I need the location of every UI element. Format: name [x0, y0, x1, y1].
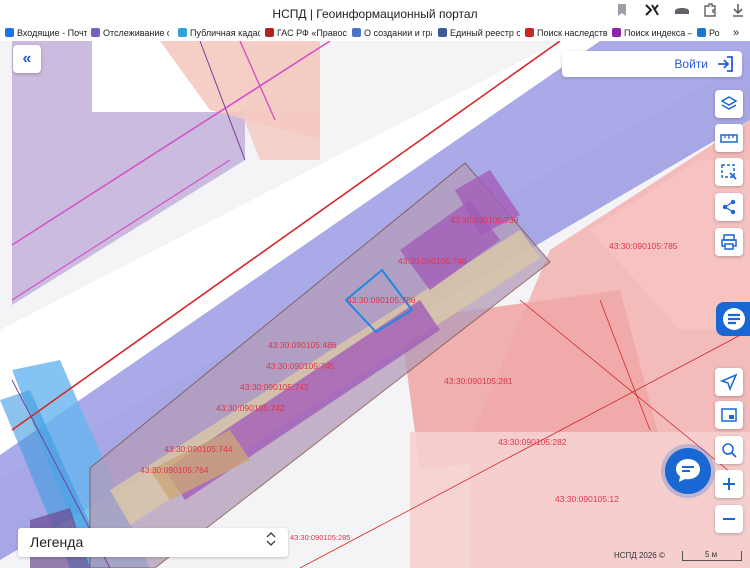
- bookmark-item[interactable]: О создании и гра: [352, 26, 432, 41]
- zoom-out-button[interactable]: [715, 505, 743, 533]
- parcel-label[interactable]: 43:30:090105:739: [450, 215, 519, 225]
- browser-title-bar: НСПД | Геоинформационный портал: [0, 0, 750, 26]
- parcel-label[interactable]: 43:30:090105:282: [498, 437, 567, 447]
- measure-button[interactable]: [715, 124, 743, 152]
- services-icon: [723, 308, 745, 330]
- legend-label: Легенда: [30, 534, 84, 550]
- bookmark-favicon-icon: [178, 28, 187, 37]
- parcel-label[interactable]: 43:30:090105:764: [140, 465, 209, 475]
- parcel-label[interactable]: 43:30:090105:745: [266, 361, 335, 371]
- plus-icon: [723, 478, 735, 490]
- bookmarks-bar: Входящие - Почта Отслеживание от Публичн…: [0, 26, 750, 41]
- bookmark-item[interactable]: Входящие - Почта: [5, 26, 87, 41]
- bookmark-item[interactable]: Единый реестр су: [438, 26, 520, 41]
- puzzle-icon[interactable]: [700, 3, 720, 23]
- extension-icon[interactable]: [642, 3, 662, 23]
- bookmark-item[interactable]: Поиск наследстве: [525, 26, 607, 41]
- bookmark-item[interactable]: Ро: [697, 26, 725, 41]
- minus-icon: [723, 518, 735, 520]
- parcel-label[interactable]: 43:30:090105:744: [164, 444, 233, 454]
- window-title: НСПД | Геоинформационный портал: [272, 7, 478, 21]
- legend-dropdown[interactable]: Легенда: [18, 528, 288, 557]
- expand-collapse-icon: [266, 528, 276, 557]
- ruler-icon: [720, 134, 738, 143]
- select-area-button[interactable]: [715, 158, 743, 186]
- bookmark-item[interactable]: Публичная кадаст: [178, 26, 260, 41]
- parcel-label[interactable]: 43:30:090105:740: [398, 256, 467, 266]
- chat-icon: [676, 459, 700, 482]
- bookmark-icon[interactable]: [612, 3, 632, 23]
- layers-button[interactable]: [715, 90, 743, 118]
- bookmark-favicon-icon: [91, 28, 100, 37]
- download-icon[interactable]: [728, 3, 748, 23]
- bookmark-favicon-icon: [352, 28, 361, 37]
- profile-icon[interactable]: [672, 3, 692, 23]
- scale-label: 5 м: [705, 550, 718, 559]
- bookmark-item[interactable]: ГАС РФ «Правосу: [265, 26, 347, 41]
- minimap-button[interactable]: [715, 401, 743, 429]
- search-location-icon: [722, 443, 737, 458]
- map-viewport[interactable]: 43:30:090105:739 43:30:090105:740 43:30:…: [0, 41, 750, 568]
- login-icon: [718, 56, 733, 72]
- printer-icon: [721, 234, 737, 250]
- parcel-label[interactable]: 43:30:090105:742: [216, 403, 285, 413]
- map-attribution: НСПД 2026 ©: [614, 551, 665, 560]
- navigation-arrow-icon: [720, 373, 738, 391]
- bookmark-favicon-icon: [265, 28, 274, 37]
- chat-button[interactable]: [665, 448, 711, 494]
- login-label: Войти: [674, 57, 708, 71]
- collapse-sidebar-button[interactable]: «: [13, 45, 41, 73]
- services-tab[interactable]: [716, 302, 750, 336]
- parcel-label[interactable]: 43:30:090105:743: [240, 382, 309, 392]
- print-button[interactable]: [715, 228, 743, 256]
- double-chevron-left-icon: «: [22, 50, 32, 67]
- layers-icon: [720, 96, 738, 110]
- bookmark-favicon-icon: [438, 28, 447, 37]
- search-location-button[interactable]: [715, 436, 743, 464]
- minimap-icon: [721, 408, 737, 422]
- login-button[interactable]: Войти: [562, 51, 742, 77]
- bookmark-favicon-icon: [697, 28, 706, 37]
- select-area-icon: [721, 164, 737, 180]
- bookmark-item[interactable]: Поиск индекса —: [612, 26, 692, 41]
- share-button[interactable]: [715, 193, 743, 221]
- bookmark-favicon-icon: [612, 28, 621, 37]
- parcel-label[interactable]: 43:30:090105:785: [609, 241, 678, 251]
- parcel-label[interactable]: 43:30:090105:281: [444, 376, 513, 386]
- bookmark-favicon-icon: [525, 28, 534, 37]
- parcel-label[interactable]: 43:30:090105:786: [347, 295, 416, 305]
- locate-button[interactable]: [715, 368, 743, 396]
- zoom-in-button[interactable]: [715, 470, 743, 498]
- parcel-label[interactable]: 43:30:090105:486: [268, 340, 337, 350]
- bookmark-item[interactable]: Отслеживание от: [91, 26, 169, 41]
- share-icon: [722, 199, 736, 215]
- more-bookmarks-button[interactable]: »: [733, 26, 747, 41]
- bookmark-favicon-icon: [5, 28, 14, 37]
- parcel-label[interactable]: 43:30:090105:12: [555, 494, 619, 504]
- parcel-label[interactable]: 43:30:090105:285: [290, 533, 350, 542]
